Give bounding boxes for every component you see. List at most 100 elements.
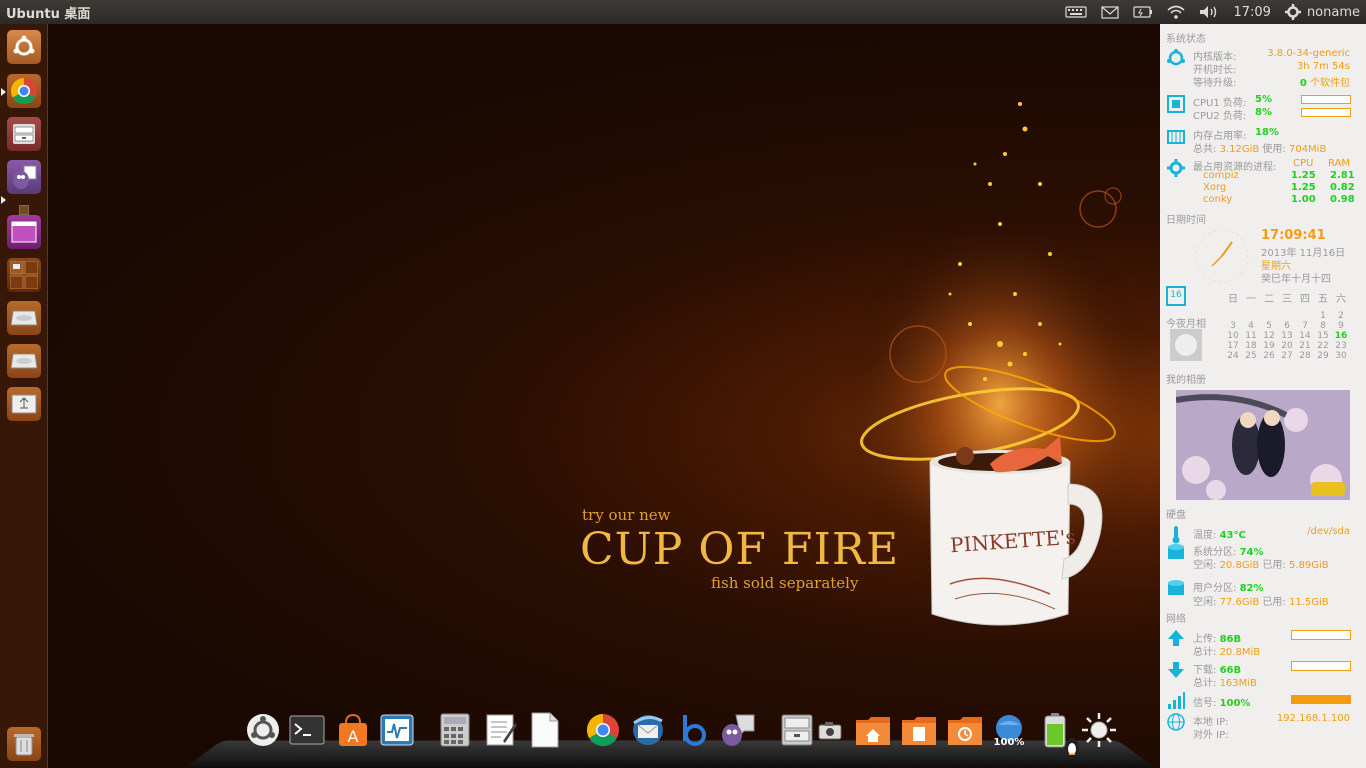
hard-disk-icon — [10, 353, 38, 369]
calendar-day — [1278, 311, 1296, 321]
dock-bluefish[interactable] — [675, 712, 711, 748]
backup-folder-icon — [948, 717, 982, 745]
usb-drive-icon — [11, 394, 37, 414]
cpu2-value: 8% — [1255, 107, 1272, 118]
dock-system-monitor[interactable] — [379, 712, 415, 748]
calendar-day: 24 — [1227, 351, 1239, 361]
calendar-weekday-header: 四 — [1300, 294, 1310, 305]
calendar-day: 26 — [1263, 351, 1275, 361]
dock-brightness[interactable] — [1081, 712, 1117, 748]
bluefish-icon — [683, 715, 706, 746]
window-title: Ubuntu 桌面 — [6, 6, 91, 22]
calendar-day: 18 — [1245, 341, 1257, 351]
upload-arrow-icon — [1168, 630, 1184, 646]
cpu1-value: 5% — [1255, 94, 1272, 105]
launcher-trash[interactable] — [6, 726, 42, 762]
camera-icon — [818, 722, 842, 740]
wifi-icon[interactable] — [1167, 5, 1185, 19]
dock-network[interactable]: 100% — [991, 712, 1027, 748]
home-folder-icon — [856, 717, 890, 745]
user-partition-space: 空闲: 77.6GiB 已用: 11.5GiB — [1193, 597, 1329, 608]
battery-icon[interactable] — [1133, 6, 1153, 18]
dock-document[interactable] — [527, 712, 563, 748]
calculator-icon — [440, 713, 470, 747]
gear-icon — [1167, 159, 1185, 177]
mail-icon[interactable] — [1101, 5, 1120, 19]
calendar-day: 13 — [1281, 331, 1293, 341]
text-editor-icon — [486, 714, 517, 746]
dock-thunderbird[interactable] — [630, 712, 666, 748]
calendar-today: 16 — [1334, 331, 1348, 341]
kernel-value: 3.8.0-34-generic — [1267, 48, 1350, 59]
section-datetime: 日期时间 — [1166, 215, 1206, 226]
wallpaper-tagline: try our new — [582, 506, 671, 524]
cpu1-graph — [1301, 95, 1351, 104]
workspaces-icon — [10, 261, 38, 289]
launcher-usb-drive[interactable] — [6, 386, 42, 422]
launcher-workspace-switcher[interactable] — [6, 257, 42, 293]
dock-documents-folder[interactable] — [901, 712, 937, 748]
calendar-day: 8 — [1320, 321, 1326, 331]
disk-temp-row: 温度: 43°C — [1193, 530, 1246, 541]
calendar-weekday-header: 三 — [1282, 294, 1292, 305]
digital-clock: 17:09:41 — [1261, 228, 1326, 243]
process-cpu: 1.25 — [1291, 182, 1316, 193]
dock-chrome[interactable] — [585, 712, 621, 748]
calendar-day: 6 — [1284, 321, 1290, 331]
dock-file-cabinet[interactable] — [779, 712, 815, 748]
dock-text-editor[interactable] — [483, 712, 519, 748]
system-monitor-icon — [380, 714, 414, 746]
calendar-day: 9 — [1338, 321, 1344, 331]
calendar-day: 20 — [1281, 341, 1293, 351]
disk-device: /dev/sda — [1307, 526, 1350, 537]
moon-phase-label: 今夜月相 — [1166, 319, 1206, 330]
calendar-day: 22 — [1317, 341, 1329, 351]
launcher-pidgin[interactable] — [6, 159, 42, 195]
launcher-workspace-app[interactable] — [6, 214, 42, 250]
dock-ubuntu[interactable] — [245, 712, 281, 748]
upload-graph — [1291, 630, 1351, 640]
upgrade-value: 0 个软件包 — [1299, 78, 1350, 89]
pidgin-icon — [722, 714, 755, 746]
dock-pidgin[interactable] — [720, 712, 756, 748]
section-network: 网络 — [1166, 614, 1186, 625]
documents-folder-icon — [902, 717, 936, 745]
hard-disk-icon — [1168, 544, 1184, 559]
dock-terminal[interactable] — [289, 712, 325, 748]
dock-software-center[interactable]: A — [335, 712, 371, 748]
launcher-chrome[interactable] — [6, 73, 42, 109]
volume-icon[interactable] — [1199, 5, 1219, 19]
ubuntu-logo-icon — [1167, 49, 1185, 66]
launcher-disk-2[interactable] — [6, 343, 42, 379]
process-name: Xorg — [1203, 182, 1227, 193]
process-name: compiz — [1203, 170, 1239, 181]
calendar-day: 2 — [1338, 311, 1344, 321]
dock-calculator[interactable] — [437, 712, 473, 748]
dash-home-button[interactable] — [6, 29, 42, 65]
dock-backup-folder[interactable] — [947, 712, 983, 748]
thunderbird-icon — [633, 715, 663, 745]
dock-home-folder[interactable] — [855, 712, 891, 748]
user-name: noname — [1306, 4, 1360, 20]
calendar-day: 5 — [1266, 321, 1272, 331]
process-cpu: 1.25 — [1291, 170, 1316, 181]
dock-tux[interactable] — [1063, 734, 1081, 756]
calendar-day: 27 — [1281, 351, 1293, 361]
upload-total-row: 总计: 20.8MiB — [1193, 647, 1261, 658]
wallpaper-headline: CUP OF FIRE — [580, 524, 900, 575]
calendar-day: 3 — [1230, 321, 1236, 331]
launcher-file-manager[interactable] — [6, 116, 42, 152]
session-menu[interactable]: noname — [1284, 4, 1360, 20]
calendar-day: 19 — [1263, 341, 1275, 351]
calendar-weekday-header: 二 — [1264, 294, 1274, 305]
calendar-day: 29 — [1317, 351, 1329, 361]
calendar-icon: 16 — [1166, 286, 1186, 306]
clock-label[interactable]: 17:09 — [1233, 5, 1270, 20]
chrome-icon — [586, 713, 619, 747]
launcher-disk-1[interactable] — [6, 300, 42, 336]
calendar-day: 12 — [1263, 331, 1275, 341]
dock-screenshot[interactable] — [817, 712, 843, 748]
section-album: 我的相册 — [1166, 375, 1206, 386]
keyboard-icon[interactable] — [1065, 6, 1088, 18]
download-total-row: 总计: 163MiB — [1193, 678, 1257, 689]
